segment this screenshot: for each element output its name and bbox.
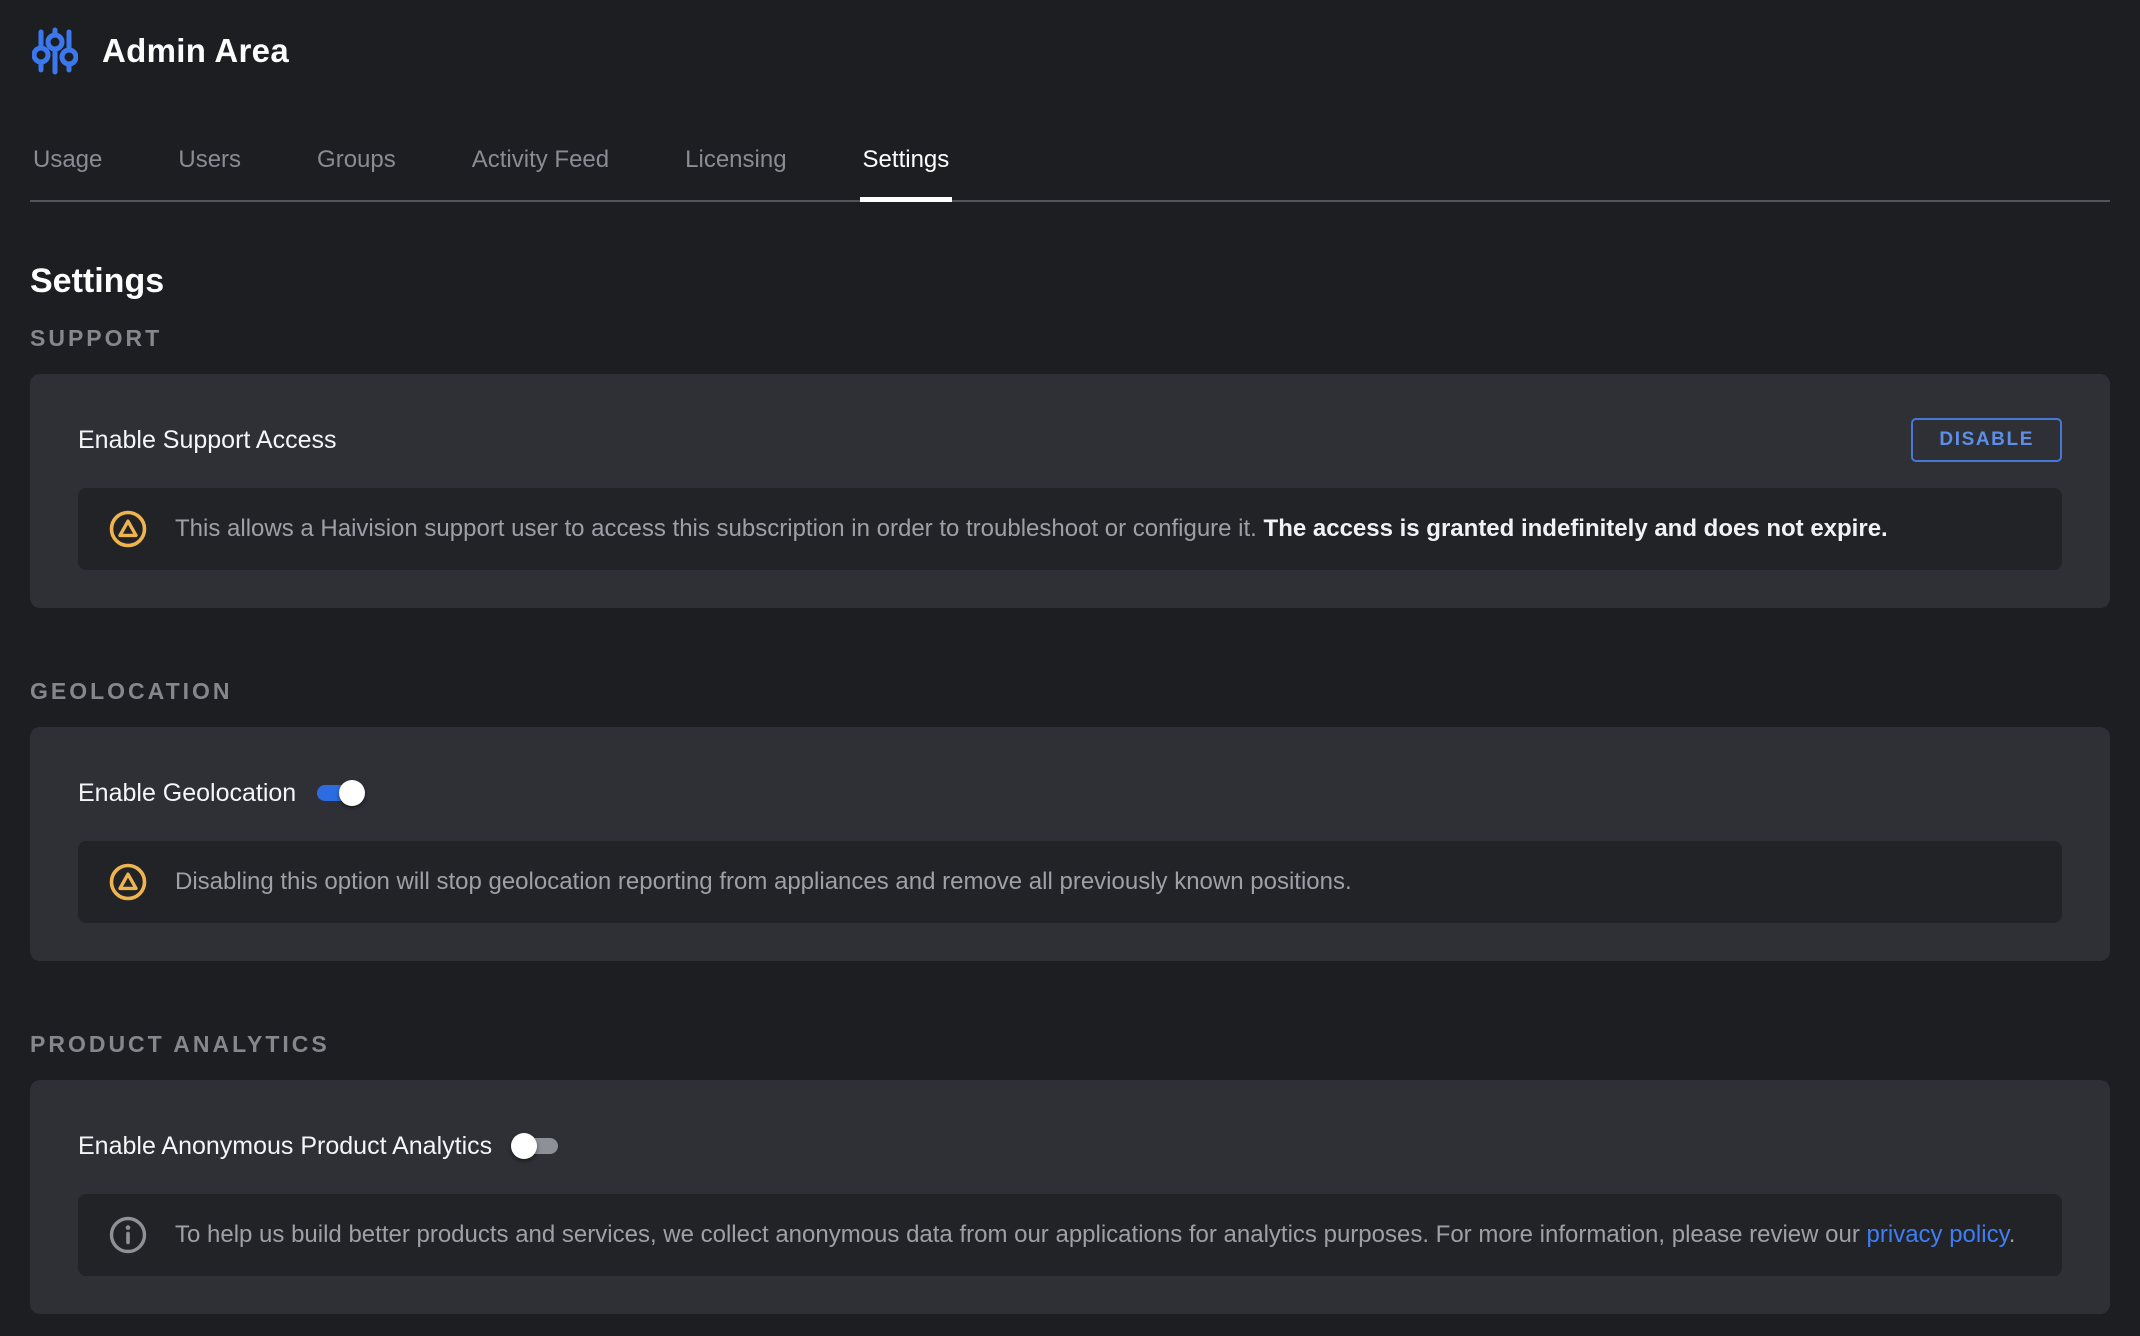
section-heading-product-analytics: PRODUCT ANALYTICS — [30, 1031, 2110, 1058]
support-card: Enable Support Access DISABLE This allow… — [30, 374, 2110, 608]
geolocation-card: Enable Geolocation Disabling this option… — [30, 727, 2110, 961]
info-circle-icon — [108, 1215, 148, 1255]
support-notice-body: This allows a Haivision support user to … — [175, 515, 1264, 542]
enable-support-access-label: Enable Support Access — [78, 426, 337, 455]
warning-triangle-icon — [108, 862, 148, 902]
main-content: Settings SUPPORT Enable Support Access D… — [0, 262, 2140, 1314]
support-setting-row: Enable Support Access DISABLE — [78, 418, 2062, 462]
tab-licensing[interactable]: Licensing — [685, 116, 786, 200]
support-notice-text: This allows a Haivision support user to … — [175, 513, 1888, 545]
product-analytics-toggle[interactable] — [512, 1133, 559, 1159]
support-notice: This allows a Haivision support user to … — [78, 488, 2062, 570]
page-title: Settings — [30, 262, 2110, 301]
geolocation-notice: Disabling this option will stop geolocat… — [78, 841, 2062, 923]
tab-groups[interactable]: Groups — [317, 116, 396, 200]
product-analytics-card: Enable Anonymous Product Analytics To he… — [30, 1080, 2110, 1314]
app-title: Admin Area — [102, 32, 289, 70]
warning-triangle-icon — [108, 509, 148, 549]
app-header: Admin Area — [0, 0, 2140, 76]
enable-geolocation-label: Enable Geolocation — [78, 779, 296, 808]
support-notice-bold: The access is granted indefinitely and d… — [1264, 515, 1888, 542]
privacy-policy-link[interactable]: privacy policy — [1867, 1221, 2009, 1248]
tab-users[interactable]: Users — [178, 116, 241, 200]
geolocation-notice-text: Disabling this option will stop geolocat… — [175, 866, 1352, 898]
disable-support-button[interactable]: DISABLE — [1911, 418, 2062, 462]
sliders-icon — [32, 26, 78, 76]
product-analytics-notice: To help us build better products and ser… — [78, 1194, 2062, 1276]
analytics-notice-suffix: . — [2009, 1221, 2016, 1248]
section-heading-support: SUPPORT — [30, 325, 2110, 352]
toggle-knob — [339, 780, 365, 806]
enable-product-analytics-label: Enable Anonymous Product Analytics — [78, 1132, 492, 1161]
tabbar: Usage Users Groups Activity Feed Licensi… — [30, 116, 2110, 202]
analytics-notice-body: To help us build better products and ser… — [175, 1221, 1867, 1248]
product-analytics-notice-text: To help us build better products and ser… — [175, 1219, 2015, 1251]
toggle-knob — [511, 1133, 537, 1159]
section-heading-geolocation: GEOLOCATION — [30, 678, 2110, 705]
product-analytics-setting-row: Enable Anonymous Product Analytics — [78, 1124, 2062, 1168]
admin-area-page: Admin Area Usage Users Groups Activity F… — [0, 0, 2140, 1336]
geolocation-setting-row: Enable Geolocation — [78, 771, 2062, 815]
tab-settings[interactable]: Settings — [863, 116, 950, 200]
geolocation-toggle[interactable] — [316, 780, 363, 806]
tab-usage[interactable]: Usage — [33, 116, 102, 200]
tab-activity-feed[interactable]: Activity Feed — [472, 116, 609, 200]
